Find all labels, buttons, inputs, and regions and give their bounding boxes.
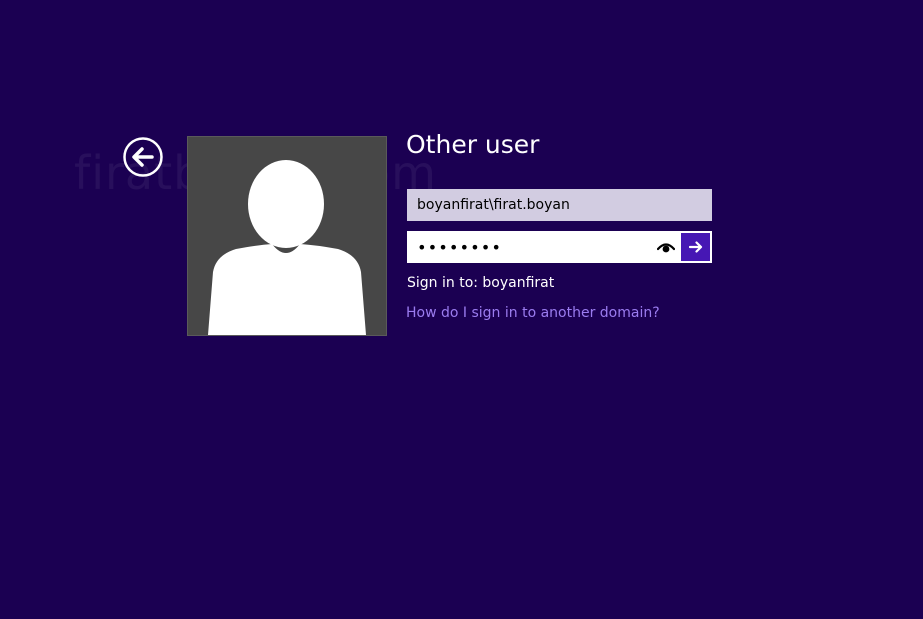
arrow-right-icon [688,241,702,253]
avatar [187,136,387,336]
sign-in-domain-text: Sign in to: boyanfirat [407,275,555,291]
reveal-password-button[interactable] [651,233,681,261]
eye-icon [657,243,675,253]
page-title: Other user [406,130,540,159]
sign-in-screen: firatboyan.com Other user Sign in to: bo… [0,0,923,619]
submit-button[interactable] [681,233,710,261]
user-silhouette-icon [208,160,366,335]
password-box [407,231,712,263]
back-button[interactable] [123,137,163,177]
arrow-left-circle-icon [123,137,163,177]
username-field[interactable] [407,189,712,221]
another-domain-link[interactable]: How do I sign in to another domain? [406,305,660,321]
password-field[interactable] [409,233,647,261]
